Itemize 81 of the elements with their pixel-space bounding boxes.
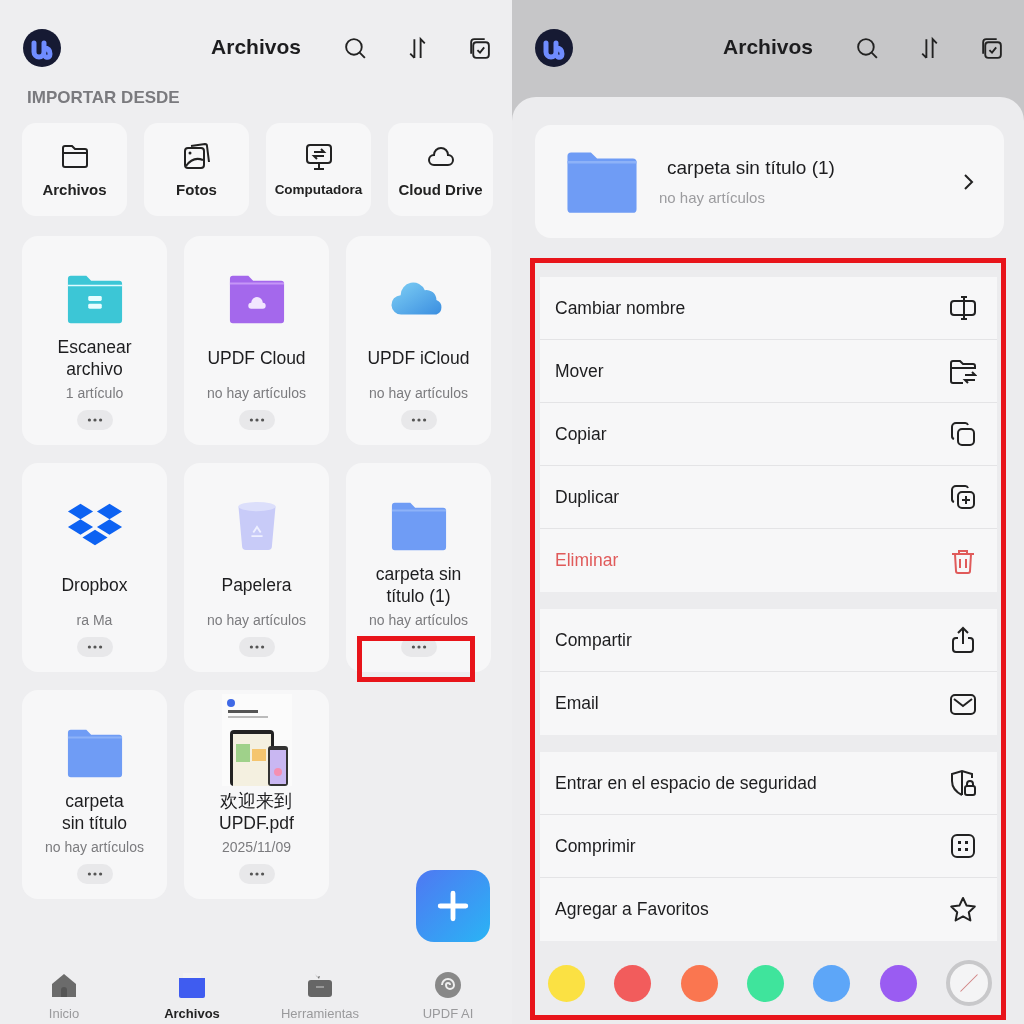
add-button[interactable]: [416, 870, 490, 942]
share-icon: [949, 626, 977, 654]
file-card[interactable]: carpeta sin título no hay artículos: [22, 690, 167, 899]
file-detail: no hay artículos: [207, 612, 306, 628]
more-button[interactable]: [238, 637, 275, 657]
file-detail: no hay artículos: [207, 385, 306, 401]
ellipsis-icon: [248, 418, 265, 422]
color-swatch[interactable]: [548, 964, 585, 1002]
ellipsis-icon: [86, 645, 103, 649]
color-swatch[interactable]: [614, 964, 652, 1002]
ellipsis-icon: [410, 645, 427, 649]
compress-icon: [949, 832, 977, 860]
import-source-button[interactable]: Cloud Drive: [388, 123, 493, 216]
duplicate-icon: [949, 483, 977, 511]
swirl-icon: [433, 970, 463, 1000]
color-swatch[interactable]: [813, 964, 851, 1002]
file-detail: ra Ma: [76, 612, 113, 628]
computer-icon: [303, 142, 334, 172]
tab[interactable]: Archivos: [128, 962, 256, 1024]
file-name: 欢迎来到 UPDF.pdf: [219, 790, 294, 834]
file-card[interactable]: Dropbox ra Ma: [22, 463, 167, 672]
file-card[interactable]: Papelera no hay artículos: [184, 463, 329, 672]
copy-icon: [949, 420, 977, 448]
file-detail: 1 artículo: [65, 385, 124, 401]
section-heading: IMPORTAR DESDE: [27, 88, 180, 108]
file-name: Dropbox: [61, 574, 128, 596]
scan-folder-icon: [65, 274, 124, 324]
star-icon: [949, 895, 977, 924]
color-swatch[interactable]: [747, 964, 784, 1002]
ellipsis-icon: [86, 872, 103, 876]
more-button[interactable]: [76, 864, 113, 884]
app-logo-icon[interactable]: [22, 28, 62, 68]
import-source-button[interactable]: Archivos: [22, 123, 127, 216]
file-detail: no hay artículos: [45, 839, 144, 855]
cloud-folder-icon: [227, 274, 286, 324]
select-icon[interactable]: [979, 36, 1004, 61]
folder-icon: [65, 728, 124, 778]
app-logo-icon[interactable]: [534, 28, 574, 68]
search-icon[interactable]: [343, 36, 368, 61]
shield-lock-icon: [949, 769, 977, 797]
select-icon[interactable]: [467, 36, 492, 61]
folder-move-icon: [949, 357, 977, 385]
page-title: Archivos: [722, 35, 814, 59]
ellipsis-icon: [86, 418, 103, 422]
file-card[interactable]: 欢迎来到 UPDF.pdf 2025/11/09: [184, 690, 329, 899]
more-button[interactable]: [400, 410, 437, 430]
folder-icon: [389, 501, 448, 551]
search-icon[interactable]: [855, 36, 880, 61]
ellipsis-icon: [410, 418, 427, 422]
more-button[interactable]: [76, 637, 113, 657]
folder-title: carpeta sin título (1): [667, 157, 836, 179]
file-card[interactable]: Escanear archivo 1 artículo: [22, 236, 167, 445]
page-title: Archivos: [210, 35, 302, 59]
more-button[interactable]: [76, 410, 113, 430]
file-name: UPDF Cloud: [207, 347, 306, 369]
photos-icon: [181, 141, 212, 171]
color-swatch[interactable]: [680, 964, 718, 1002]
color-swatch[interactable]: [879, 964, 917, 1002]
file-card[interactable]: UPDF Cloud no hay artículos: [184, 236, 329, 445]
rename-icon: [949, 294, 977, 322]
folder-detail: no hay artículos: [659, 189, 766, 206]
more-button[interactable]: [238, 864, 275, 884]
file-card[interactable]: carpeta sin título (1) no hay artículos: [346, 463, 491, 672]
ellipsis-icon: [248, 872, 265, 876]
file-name: Escanear archivo: [57, 336, 132, 380]
file-detail: no hay artículos: [369, 612, 468, 628]
ellipsis-icon: [248, 645, 265, 649]
import-source-button[interactable]: Fotos: [144, 123, 249, 216]
file-name: Papelera: [221, 574, 292, 596]
file-name: carpeta sin título: [61, 790, 128, 834]
file-detail: no hay artículos: [369, 385, 468, 401]
no-color-swatch[interactable]: [945, 960, 992, 1006]
file-card[interactable]: UPDF iCloud no hay artículos: [346, 236, 491, 445]
file-detail: 2025/11/09: [222, 839, 291, 855]
plus-icon: [437, 890, 469, 922]
import-source-button[interactable]: Computadora: [266, 123, 371, 216]
file-name: UPDF iCloud: [367, 347, 470, 369]
more-button[interactable]: [238, 410, 275, 430]
folder-summary-card[interactable]: carpeta sin título (1) no hay artículos: [535, 125, 1004, 238]
file-name: carpeta sin título (1): [375, 563, 462, 607]
chevron-right-icon: [962, 171, 974, 192]
